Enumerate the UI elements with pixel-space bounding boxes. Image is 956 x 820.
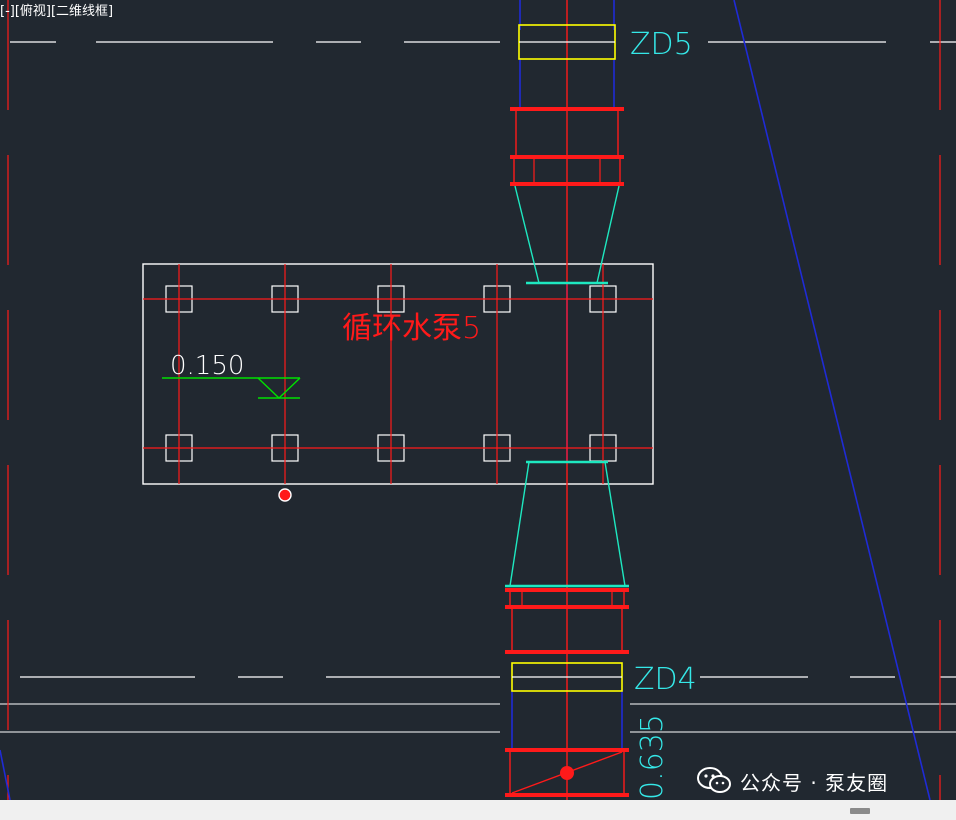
support-zd5-label: ZD5 <box>630 27 693 62</box>
watermark-text: 公众号 · 泵友圈 <box>740 770 889 795</box>
support-zd4-label: ZD4 <box>634 662 697 697</box>
drawing-canvas[interactable]: ZD5 ZD4 循环水泵5 0.150 0.635 <box>0 0 956 800</box>
cad-viewport[interactable]: ZD5 ZD4 循环水泵5 0.150 0.635 [-][俯视][二维线框] <box>0 0 956 800</box>
elevation-bottom-label: 0.635 <box>635 714 670 800</box>
pump-label: 循环水泵5 <box>342 311 481 346</box>
status-bar <box>0 800 956 820</box>
valve-point[interactable] <box>560 766 574 780</box>
horizontal-scrollbar-thumb[interactable] <box>850 808 870 814</box>
watermark: 公众号 · 泵友圈 <box>696 764 888 798</box>
wechat-icon <box>697 767 731 793</box>
floor-lines <box>0 703 956 733</box>
elevation-top-label: 0.150 <box>170 351 244 381</box>
grip-point[interactable] <box>278 488 292 502</box>
elevation-marker <box>162 377 301 399</box>
viewport-controls[interactable]: [-][俯视][二维线框] <box>0 4 113 20</box>
